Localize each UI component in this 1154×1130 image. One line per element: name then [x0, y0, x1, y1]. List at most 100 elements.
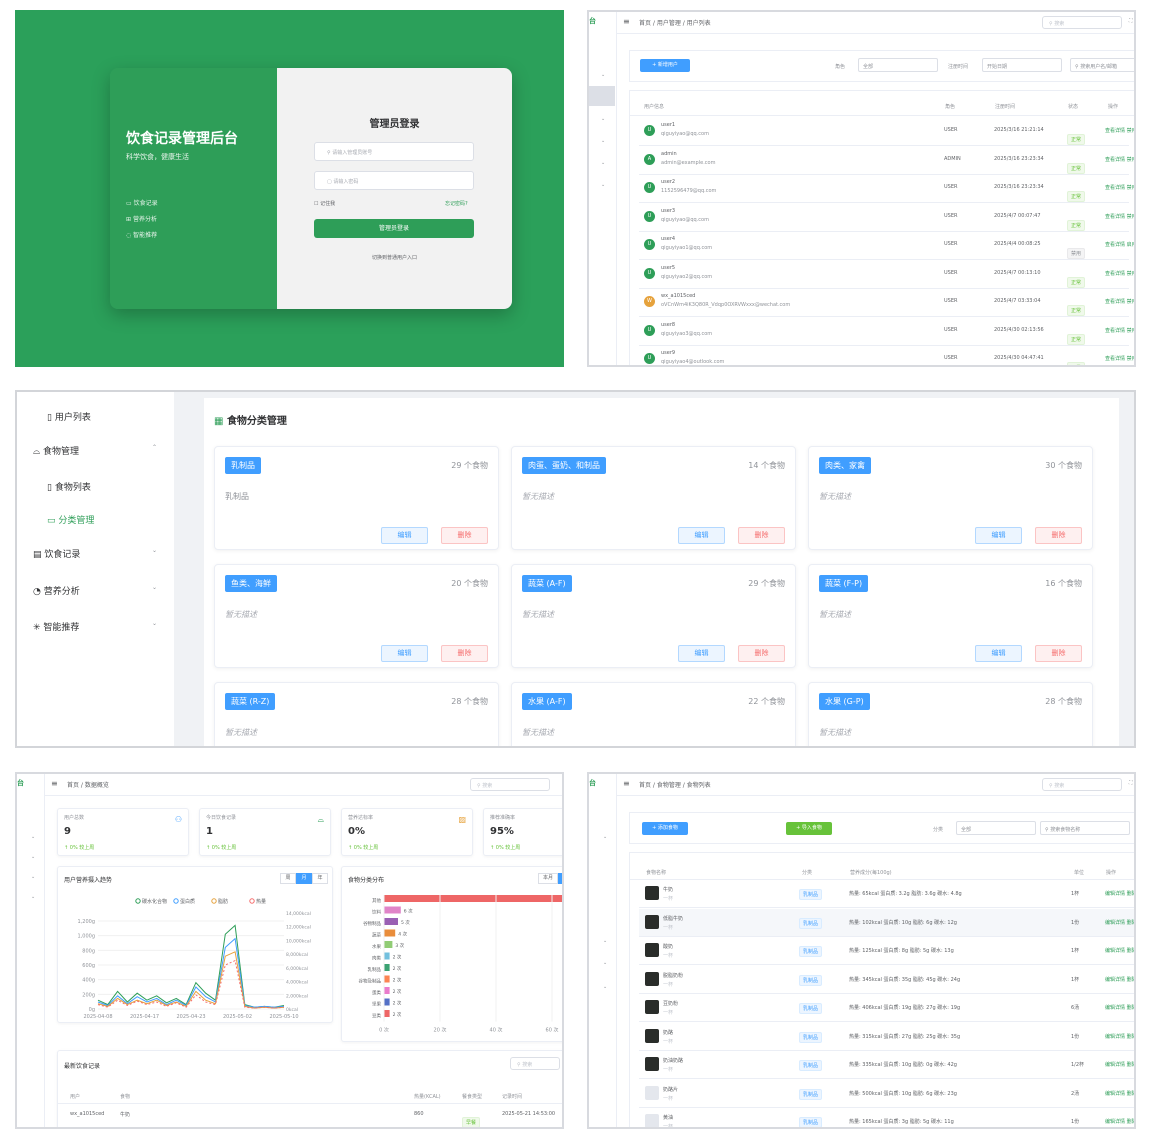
edit-button[interactable]: 编辑: [975, 645, 1022, 662]
row-actions[interactable]: 编辑详情 删除: [1105, 1004, 1134, 1011]
sidebar-item-user-list[interactable]: ▯ 用户列表: [47, 410, 91, 423]
edit-button[interactable]: 编辑: [381, 645, 428, 662]
category-tag: 水果 (A-F): [522, 693, 572, 710]
row-actions[interactable]: 查看详情 禁用: [1105, 156, 1134, 163]
row-actions[interactable]: 查看详情 禁用: [1105, 184, 1134, 191]
import-food-button[interactable]: + 导入食物: [786, 822, 832, 835]
delete-button[interactable]: 删除: [441, 527, 488, 544]
time-filter-select[interactable]: 开始日期: [982, 58, 1062, 72]
row-actions[interactable]: 编辑详情 删除: [1105, 1090, 1134, 1097]
bar[interactable]: [384, 998, 390, 1006]
table-row: Uuser4 qiguyiyao1@qq.com USER 2025/4/4 00:0…: [639, 232, 1134, 260]
food-thumbnail: [645, 1085, 659, 1100]
sidebar-item-diet-records[interactable]: ▤ 饮食记录: [33, 547, 80, 560]
tab-active-marker[interactable]: [558, 873, 562, 884]
delete-button[interactable]: 删除: [1035, 645, 1082, 662]
col-user: 用户: [70, 1094, 81, 1100]
row-actions[interactable]: 查看详情 禁用: [1105, 327, 1134, 334]
edit-button[interactable]: 编辑: [381, 527, 428, 544]
row-actions[interactable]: 编辑详情 删除: [1105, 947, 1134, 954]
tab-week[interactable]: 周: [280, 873, 296, 884]
sidebar-item-smart-recommend[interactable]: ✳ 智能推荐: [33, 620, 79, 633]
add-user-button[interactable]: + 新增用户: [640, 59, 690, 72]
row-actions[interactable]: 编辑详情 删除: [1105, 1061, 1134, 1068]
avatar: U: [644, 239, 655, 250]
username-placeholder: 请输入管理员账号: [332, 150, 373, 156]
bar[interactable]: [384, 975, 390, 983]
row-actions[interactable]: 查看详情 禁用: [1105, 298, 1134, 305]
tab-year[interactable]: 年: [312, 873, 328, 884]
food-search-input[interactable]: ⚲ 搜索食物名称: [1040, 821, 1130, 835]
row-actions[interactable]: 查看详情 启用: [1105, 241, 1134, 248]
header-search-input[interactable]: ⚲ 搜索: [1042, 16, 1122, 29]
user-search-input[interactable]: ⚲ 搜索用户名/邮箱: [1070, 58, 1134, 72]
header-search-input[interactable]: ⚲ 搜索: [470, 778, 550, 791]
row-actions[interactable]: 编辑详情 删除: [1105, 890, 1134, 897]
row-actions[interactable]: 查看详情 禁用: [1105, 127, 1134, 134]
y-tick-left: 0g: [89, 1007, 95, 1013]
bar[interactable]: [384, 918, 398, 925]
sidebar-active-item[interactable]: [589, 86, 615, 106]
food-thumbnail: [645, 886, 659, 900]
edit-button[interactable]: 编辑: [678, 527, 725, 544]
bar[interactable]: [384, 1010, 390, 1017]
bar[interactable]: [384, 964, 390, 971]
bar[interactable]: [384, 952, 390, 960]
add-food-button[interactable]: + 添加食物: [642, 822, 688, 835]
switch-entry-link[interactable]: 切换到普通用户入口: [277, 254, 512, 261]
role-filter-select[interactable]: 全部: [858, 58, 938, 72]
username-field[interactable]: ⚲ 请输入管理员账号: [314, 142, 474, 161]
sidebar-item-nutrition-analysis[interactable]: ◔ 营养分析: [33, 584, 80, 597]
list-icon: ▤: [33, 550, 42, 560]
remember-checkbox[interactable]: ☐ 记住我: [314, 200, 335, 207]
bar[interactable]: [384, 987, 390, 994]
delete-button[interactable]: 删除: [441, 645, 488, 662]
food-name: 黄油: [663, 1115, 674, 1121]
row-actions[interactable]: 查看详情 禁用: [1105, 213, 1134, 220]
bar[interactable]: [384, 895, 564, 902]
header-search-input[interactable]: ⚲ 搜索: [1042, 778, 1122, 791]
delete-button[interactable]: 删除: [1035, 527, 1082, 544]
avatar: W: [644, 296, 655, 307]
row-actions[interactable]: 查看详情 禁用: [1105, 355, 1134, 362]
sidebar-collapsed: 台 ⌄ ⌄ ⌄ ⌄ ⌄: [589, 12, 617, 365]
forgot-password-link[interactable]: 忘记密码?: [445, 200, 468, 207]
category-filter-select[interactable]: 全部: [956, 821, 1036, 835]
login-button[interactable]: 管理员登录: [314, 219, 474, 238]
edit-button[interactable]: 编辑: [975, 527, 1022, 544]
sidebar-item-food-management[interactable]: ⌓ 食物管理: [33, 444, 79, 457]
bar[interactable]: [384, 906, 401, 914]
bar[interactable]: [384, 941, 393, 948]
legend-item[interactable]: 蛋白质: [173, 898, 195, 905]
delete-button[interactable]: 删除: [738, 527, 785, 544]
sidebar-item-food-list[interactable]: ▯ 食物列表: [47, 480, 91, 493]
stat-label: 推荐准确率: [490, 815, 516, 821]
sidebar-item-category-management[interactable]: ▭ 分类管理: [47, 513, 94, 526]
legend-item[interactable]: 热量: [249, 898, 266, 905]
edit-button[interactable]: 编辑: [678, 645, 725, 662]
food-count: 22 个食物: [748, 697, 785, 706]
row-actions[interactable]: 编辑详情 删除: [1105, 919, 1134, 926]
recent-food: 牛奶: [120, 1112, 131, 1118]
food-subtitle: 一杯: [663, 1010, 674, 1016]
recent-search-input[interactable]: ⚲ 搜索: [510, 1057, 560, 1070]
legend-item[interactable]: 碳水化合物: [135, 898, 167, 905]
legend-marker: [211, 898, 217, 904]
legend-item[interactable]: 脂肪: [211, 898, 228, 905]
bar[interactable]: [384, 929, 396, 937]
menu-toggle-icon[interactable]: ≡: [623, 17, 630, 26]
fullscreen-icon[interactable]: ⛶: [1129, 780, 1133, 786]
menu-toggle-icon[interactable]: ≡: [51, 779, 58, 788]
password-field[interactable]: ▢ 请输入密码: [314, 171, 474, 190]
delete-button[interactable]: 删除: [738, 645, 785, 662]
stat-trend: ↑ 0% 较上周: [64, 845, 95, 851]
table-row: 奶油奶酪 一杯 乳制品 热量: 335kcal 蛋白质: 10g 脂肪: 0g 碳水:…: [639, 1051, 1134, 1079]
tab-this-month[interactable]: 本月: [538, 873, 558, 884]
row-actions[interactable]: 编辑详情 删除: [1105, 1033, 1134, 1040]
fullscreen-icon[interactable]: ⛶: [1129, 18, 1133, 24]
tab-month[interactable]: 月: [296, 873, 312, 884]
row-actions[interactable]: 编辑详情 删除: [1105, 976, 1134, 983]
row-actions[interactable]: 查看详情 禁用: [1105, 270, 1134, 277]
row-actions[interactable]: 编辑详情 删除: [1105, 1118, 1134, 1125]
menu-toggle-icon[interactable]: ≡: [623, 779, 630, 788]
